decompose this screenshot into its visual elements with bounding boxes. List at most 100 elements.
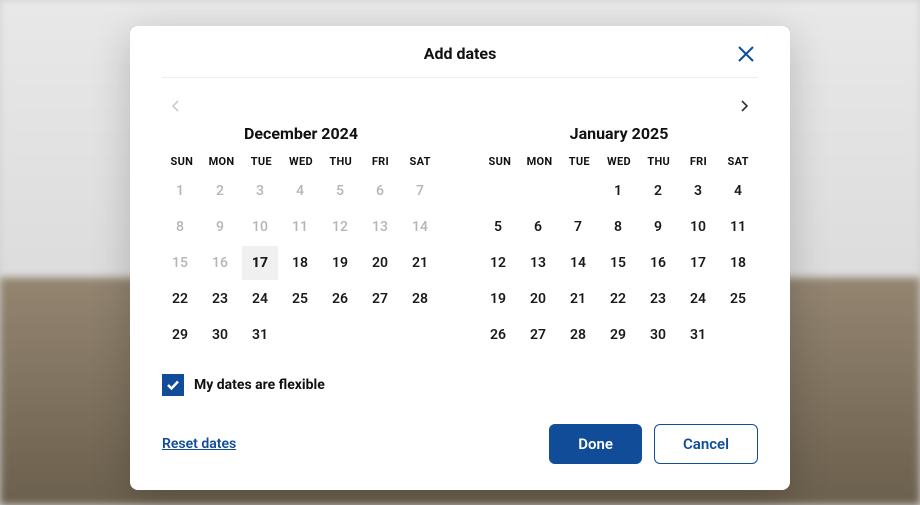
day-cell[interactable]: 20 bbox=[520, 282, 556, 316]
day-cell[interactable]: 13 bbox=[520, 246, 556, 280]
day-cell[interactable]: 15 bbox=[600, 246, 636, 280]
day-cell[interactable]: 30 bbox=[640, 318, 676, 352]
dow-label: THU bbox=[639, 155, 679, 168]
day-cell[interactable]: 21 bbox=[402, 246, 438, 280]
day-cell[interactable]: 2 bbox=[640, 174, 676, 208]
day-cell[interactable]: 25 bbox=[720, 282, 756, 316]
prev-month-button bbox=[162, 92, 190, 120]
day-cell[interactable]: 29 bbox=[162, 318, 198, 352]
day-cell[interactable]: 10 bbox=[680, 210, 716, 244]
day-cell[interactable]: 4 bbox=[720, 174, 756, 208]
day-cell[interactable]: 26 bbox=[322, 282, 358, 316]
day-cell[interactable]: 12 bbox=[480, 246, 516, 280]
dow-label: FRI bbox=[679, 155, 719, 168]
close-button[interactable] bbox=[734, 42, 758, 66]
day-cell: 16 bbox=[202, 246, 238, 280]
month-nav-row bbox=[162, 78, 758, 124]
day-cell[interactable]: 3 bbox=[680, 174, 716, 208]
dow-label: SAT bbox=[400, 155, 440, 168]
day-cell[interactable]: 22 bbox=[600, 282, 636, 316]
dow-label: FRI bbox=[361, 155, 401, 168]
day-cell[interactable]: 14 bbox=[560, 246, 596, 280]
modal-title: Add dates bbox=[424, 44, 497, 63]
days-grid-left: 1234567891011121314151617181920212223242… bbox=[162, 174, 440, 352]
chevron-left-icon bbox=[169, 99, 183, 113]
calendar-left: December 2024 SUNMONTUEWEDTHUFRISAT 1234… bbox=[162, 124, 440, 352]
day-cell[interactable]: 25 bbox=[282, 282, 318, 316]
dow-label: WED bbox=[599, 155, 639, 168]
day-cell[interactable]: 29 bbox=[600, 318, 636, 352]
modal-header: Add dates bbox=[162, 44, 758, 78]
dow-label: THU bbox=[321, 155, 361, 168]
dow-label: MON bbox=[520, 155, 560, 168]
day-cell[interactable]: 31 bbox=[242, 318, 278, 352]
day-cell: 7 bbox=[402, 174, 438, 208]
day-cell: 8 bbox=[162, 210, 198, 244]
day-cell[interactable]: 7 bbox=[560, 210, 596, 244]
day-cell[interactable]: 28 bbox=[402, 282, 438, 316]
day-cell[interactable]: 17 bbox=[680, 246, 716, 280]
day-cell[interactable]: 9 bbox=[640, 210, 676, 244]
day-cell[interactable]: 27 bbox=[362, 282, 398, 316]
date-picker-modal: Add dates December 2024 SUNMONTUEWEDTHUF… bbox=[130, 26, 790, 490]
cancel-button[interactable]: Cancel bbox=[654, 424, 758, 464]
day-cell[interactable]: 19 bbox=[480, 282, 516, 316]
flexible-checkbox[interactable] bbox=[162, 374, 184, 396]
calendar-right: January 2025 SUNMONTUEWEDTHUFRISAT 12345… bbox=[480, 124, 758, 352]
day-cell: 2 bbox=[202, 174, 238, 208]
day-cell: 14 bbox=[402, 210, 438, 244]
reset-dates-link[interactable]: Reset dates bbox=[162, 436, 236, 452]
day-empty bbox=[480, 174, 516, 208]
close-icon bbox=[737, 45, 755, 63]
day-cell[interactable]: 27 bbox=[520, 318, 556, 352]
day-cell[interactable]: 23 bbox=[202, 282, 238, 316]
dow-label: SAT bbox=[718, 155, 758, 168]
day-cell[interactable]: 24 bbox=[242, 282, 278, 316]
modal-footer: Reset dates Done Cancel bbox=[162, 424, 758, 464]
calendars-container: December 2024 SUNMONTUEWEDTHUFRISAT 1234… bbox=[162, 124, 758, 352]
day-cell[interactable]: 16 bbox=[640, 246, 676, 280]
day-cell[interactable]: 18 bbox=[720, 246, 756, 280]
dow-row-right: SUNMONTUEWEDTHUFRISAT bbox=[480, 155, 758, 168]
day-cell[interactable]: 18 bbox=[282, 246, 318, 280]
day-cell: 12 bbox=[322, 210, 358, 244]
day-cell[interactable]: 26 bbox=[480, 318, 516, 352]
dow-label: MON bbox=[202, 155, 242, 168]
next-month-button[interactable] bbox=[730, 92, 758, 120]
dow-label: WED bbox=[281, 155, 321, 168]
dow-label: SUN bbox=[480, 155, 520, 168]
day-cell[interactable]: 22 bbox=[162, 282, 198, 316]
day-cell: 10 bbox=[242, 210, 278, 244]
dow-label: TUE bbox=[241, 155, 281, 168]
day-cell[interactable]: 23 bbox=[640, 282, 676, 316]
day-cell: 15 bbox=[162, 246, 198, 280]
flexible-dates-row: My dates are flexible bbox=[162, 374, 758, 396]
dow-row-left: SUNMONTUEWEDTHUFRISAT bbox=[162, 155, 440, 168]
day-cell[interactable]: 28 bbox=[560, 318, 596, 352]
day-cell: 9 bbox=[202, 210, 238, 244]
day-cell: 11 bbox=[282, 210, 318, 244]
day-empty bbox=[560, 174, 596, 208]
days-grid-right: 1234567891011121314151617181920212223242… bbox=[480, 174, 758, 352]
day-cell: 6 bbox=[362, 174, 398, 208]
day-cell[interactable]: 11 bbox=[720, 210, 756, 244]
button-group: Done Cancel bbox=[549, 424, 758, 464]
day-cell[interactable]: 17 bbox=[242, 246, 278, 280]
day-cell[interactable]: 21 bbox=[560, 282, 596, 316]
flexible-label: My dates are flexible bbox=[194, 377, 325, 393]
day-cell[interactable]: 19 bbox=[322, 246, 358, 280]
day-cell[interactable]: 20 bbox=[362, 246, 398, 280]
day-cell[interactable]: 5 bbox=[480, 210, 516, 244]
day-cell[interactable]: 24 bbox=[680, 282, 716, 316]
dow-label: TUE bbox=[559, 155, 599, 168]
day-cell: 5 bbox=[322, 174, 358, 208]
checkmark-icon bbox=[166, 378, 180, 392]
day-cell[interactable]: 31 bbox=[680, 318, 716, 352]
day-cell[interactable]: 8 bbox=[600, 210, 636, 244]
day-cell[interactable]: 30 bbox=[202, 318, 238, 352]
month-title-right: January 2025 bbox=[480, 124, 758, 143]
day-cell[interactable]: 1 bbox=[600, 174, 636, 208]
done-button[interactable]: Done bbox=[549, 424, 642, 464]
day-cell[interactable]: 6 bbox=[520, 210, 556, 244]
day-cell: 3 bbox=[242, 174, 278, 208]
